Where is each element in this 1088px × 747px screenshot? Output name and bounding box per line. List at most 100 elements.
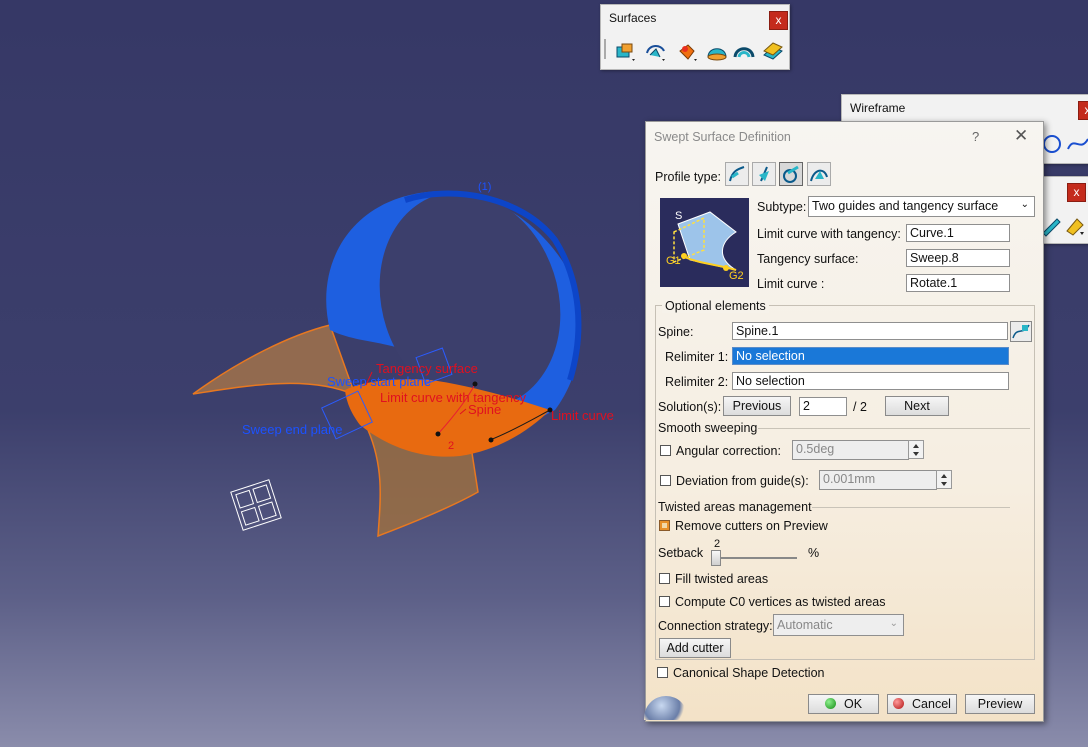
twisted-areas-label: Twisted areas management [658, 500, 812, 514]
catia-logo-icon [644, 696, 688, 720]
cancel-icon [893, 698, 905, 709]
compute-c0-label: Compute C0 vertices as twisted areas [675, 595, 886, 609]
angular-correction-checkbox[interactable] [660, 445, 671, 456]
cancel-button[interactable]: Cancel [887, 694, 957, 714]
limit-curve-field[interactable]: Rotate.1 [906, 274, 1010, 292]
relimiter1-label: Relimiter 1: [665, 350, 729, 364]
setback-slider-handle[interactable] [711, 550, 721, 566]
swept-surface-dialog[interactable]: Swept Surface Definition ? ✕ Profile typ… [644, 121, 1044, 722]
surfaces-toolbar[interactable]: Surfaces x [600, 4, 790, 70]
surfaces-toolbar-title: Surfaces [609, 11, 657, 25]
label-sweep-end-plane: Sweep end plane [242, 422, 343, 437]
preview-button[interactable]: Preview [965, 694, 1035, 714]
canonical-label: Canonical Shape Detection [673, 666, 825, 680]
setback-label: Setback [658, 546, 704, 560]
wireframe-toolbar-title: Wireframe [850, 101, 906, 115]
chevron-down-icon: ⌄ [1020, 199, 1029, 210]
close-icon[interactable]: x [1078, 101, 1088, 120]
preview-label-s: S [675, 210, 682, 222]
ok-button[interactable]: OK [808, 694, 879, 714]
preview-label-g1: G1 [666, 255, 681, 267]
setback-unit: % [808, 546, 820, 560]
extrude-icon[interactable] [614, 41, 638, 63]
remove-cutters-checkbox[interactable] [659, 520, 670, 531]
divider [758, 428, 1030, 429]
point [435, 431, 441, 437]
divider [812, 507, 1010, 508]
spine-field[interactable]: Spine.1 [732, 322, 1008, 340]
preview-label-g2: G2 [729, 270, 744, 282]
circle-profile-icon[interactable] [779, 162, 803, 186]
limit-curve-tangency-field[interactable]: Curve.1 [906, 224, 1010, 242]
solutions-label: Solution(s): [658, 400, 722, 414]
connection-strategy-value: Automatic [777, 618, 833, 632]
point [488, 437, 494, 443]
label-sweep-start-plane: Sweep start plane [327, 374, 432, 389]
smooth-sweeping-label: Smooth sweeping [658, 421, 758, 435]
connection-strategy-select[interactable]: Automatic ⌄ [773, 614, 904, 636]
deviation-field[interactable]: 0.001mm [819, 470, 937, 490]
sphere-icon[interactable] [676, 41, 700, 63]
subtype-label: Subtype: [757, 200, 807, 214]
ok-label: OK [843, 697, 863, 711]
previous-button[interactable]: Previous [723, 396, 791, 416]
angular-correction-spinner[interactable] [908, 440, 924, 459]
tangency-surface-field[interactable]: Sweep.8 [906, 249, 1010, 267]
connection-strategy-label: Connection strategy: [658, 619, 773, 633]
limit-curve-label: Limit curve : [757, 277, 825, 291]
cancel-label: Cancel [912, 697, 951, 711]
spine-curve-icon [1012, 324, 1030, 339]
spine-options-button[interactable] [1010, 321, 1032, 342]
fill-twisted-label: Fill twisted areas [675, 572, 769, 586]
profile-type-label: Profile type: [655, 170, 722, 184]
solution-field[interactable]: 2 [799, 397, 847, 416]
label-spine: Spine [468, 402, 502, 417]
compass-icon[interactable] [230, 479, 282, 531]
tangency-surface-label: Tangency surface: [757, 252, 859, 266]
spine-label: Spine: [658, 325, 694, 339]
angular-correction-label: Angular correction: [676, 444, 781, 458]
label-limit-curve: Limit curve [551, 408, 614, 423]
remove-cutters-label: Remove cutters on Preview [675, 519, 828, 533]
toolbar-grip[interactable] [604, 39, 606, 59]
setback-value: 2 [714, 538, 721, 550]
deviation-label: Deviation from guide(s): [676, 474, 809, 488]
deviation-checkbox[interactable] [660, 475, 671, 486]
solution-total: / 2 [853, 400, 867, 414]
spline-icon[interactable] [1066, 133, 1088, 155]
revolve-icon[interactable] [644, 41, 668, 63]
help-button[interactable]: ? [972, 129, 979, 144]
label-limit-curve-tangency: Limit curve with tangency [380, 390, 526, 405]
point [472, 381, 478, 387]
close-button[interactable]: ✕ [1014, 126, 1028, 146]
compute-c0-checkbox[interactable] [659, 596, 670, 607]
chevron-down-icon: ⌄ [889, 618, 898, 629]
setback-slider-track[interactable] [712, 557, 797, 559]
canonical-checkbox[interactable] [657, 667, 668, 678]
close-icon[interactable]: x [769, 11, 788, 30]
conic-profile-icon[interactable] [807, 162, 831, 186]
paint-icon[interactable] [1063, 215, 1087, 237]
next-button[interactable]: Next [885, 396, 949, 416]
ok-icon [824, 698, 836, 709]
close-icon[interactable]: x [1067, 183, 1086, 202]
cylinder-icon[interactable] [705, 41, 729, 63]
relimiter1-field[interactable]: No selection [732, 347, 1009, 365]
limit-curve-tangency-label: Limit curve with tangency: [757, 227, 901, 241]
dialog-title: Swept Surface Definition [654, 130, 791, 144]
deviation-spinner[interactable] [936, 470, 952, 489]
angular-correction-field[interactable]: 0.5deg [792, 440, 909, 460]
sweep-icon[interactable] [761, 41, 785, 63]
relimiter2-label: Relimiter 2: [665, 375, 729, 389]
subtype-preview-image: S G1 G2 [660, 198, 749, 287]
explicit-profile-icon[interactable] [725, 162, 749, 186]
relimiter2-field[interactable]: No selection [732, 372, 1009, 390]
line-profile-icon[interactable] [752, 162, 776, 186]
fill-twisted-checkbox[interactable] [659, 573, 670, 584]
subtype-select[interactable]: Two guides and tangency surface ⌄ [808, 196, 1035, 217]
label-marker-1: (1) [478, 181, 492, 193]
optional-elements-label: Optional elements [662, 299, 769, 313]
offset-icon[interactable] [732, 41, 756, 63]
add-cutter-button[interactable]: Add cutter [659, 638, 731, 658]
subtype-value: Two guides and tangency surface [812, 199, 999, 213]
